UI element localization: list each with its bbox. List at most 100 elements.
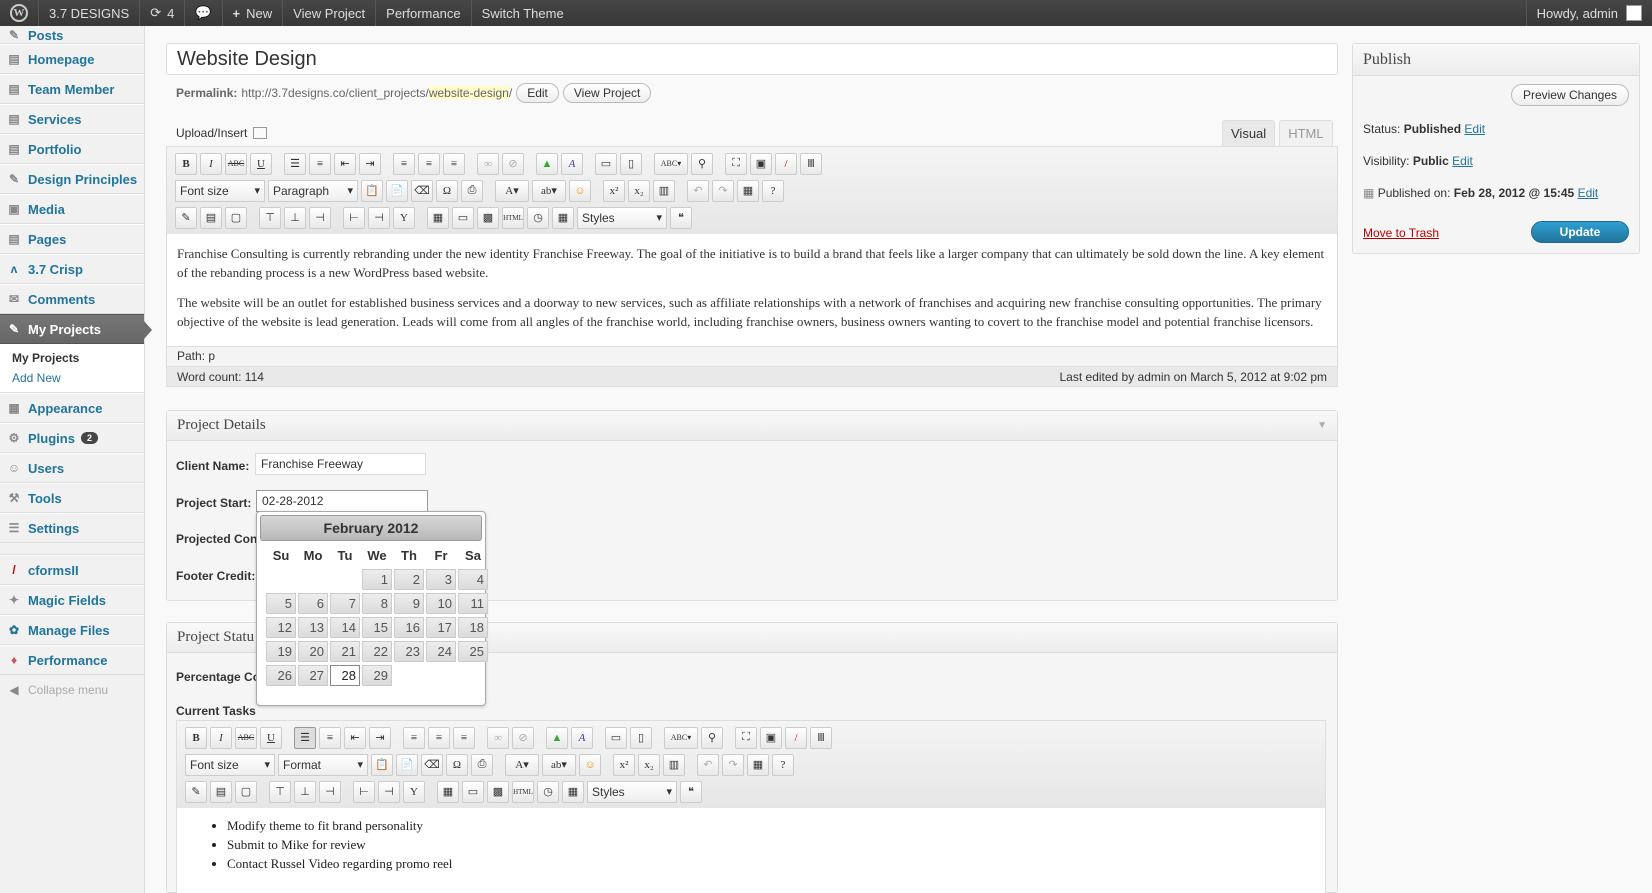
align-right-icon[interactable]: ≡ — [453, 726, 475, 749]
paste-text-icon[interactable]: 📋 — [361, 179, 383, 202]
highlight-color-icon[interactable]: ab▾ — [542, 753, 576, 776]
menu-crisp[interactable]: ʌ 3.7 Crisp — [0, 254, 144, 284]
text-color-icon[interactable]: A▾ — [505, 753, 539, 776]
insert-table-icon[interactable]: ▩ — [477, 206, 499, 229]
datepicker-day[interactable]: 8 — [362, 593, 392, 614]
tab-visual[interactable]: Visual — [1222, 120, 1276, 146]
submenu-add-new[interactable]: Add New — [0, 368, 144, 388]
menu-manage-files[interactable]: ✿ Manage Files — [0, 615, 144, 645]
updates-link[interactable]: ⟳ 4 — [140, 0, 186, 26]
bullet-list-icon[interactable]: ☰ — [284, 152, 306, 175]
datepicker-day[interactable]: 27 — [298, 665, 328, 686]
wp-logo-menu[interactable]: W — [0, 0, 39, 26]
view-project-button[interactable]: View Project — [562, 83, 652, 103]
help-icon[interactable]: ? — [772, 753, 794, 776]
undo-icon[interactable]: ↶ — [697, 753, 719, 776]
remove-format-icon[interactable]: ⌫ — [411, 179, 433, 202]
kitchen-sink-icon[interactable]: ▣ — [750, 152, 772, 175]
delete-col-icon[interactable]: Y — [393, 206, 415, 229]
toggle-arrow-icon[interactable]: ▼ — [1317, 420, 1327, 431]
submenu-my-projects[interactable]: My Projects — [0, 348, 144, 368]
datepicker-day[interactable]: 4 — [458, 569, 488, 590]
comments-link[interactable]: 💬 — [185, 0, 223, 26]
menu-services[interactable]: ▤ Services — [0, 104, 144, 134]
menu-tools[interactable]: ⚒ Tools — [0, 483, 144, 513]
permalink-slug[interactable]: website-design — [428, 86, 509, 100]
delete-col-icon[interactable]: Y — [403, 780, 425, 803]
italic-icon[interactable]: I — [200, 152, 222, 175]
site-name-link[interactable]: 3.7 DESIGNS — [39, 0, 141, 26]
insert-row-after-icon[interactable]: ⊥ — [284, 206, 306, 229]
link-icon[interactable]: ∞ — [487, 726, 509, 749]
menu-homepage[interactable]: ▤ Homepage — [0, 44, 144, 74]
move-to-trash-link[interactable]: Move to Trash — [1363, 226, 1439, 240]
underline-icon[interactable]: U — [250, 152, 272, 175]
insert-table-icon[interactable]: ▩ — [487, 780, 509, 803]
insert-row-before-icon[interactable]: ⊤ — [259, 206, 281, 229]
edit-css-icon[interactable]: ✎ — [185, 780, 207, 803]
datepicker-day[interactable]: 24 — [426, 641, 456, 662]
edit-visibility-link[interactable]: Edit — [1452, 154, 1473, 168]
redo-icon[interactable]: ↷ — [712, 179, 734, 202]
menu-magic-fields[interactable]: ✦ Magic Fields — [0, 585, 144, 615]
blockquote-icon[interactable]: ❝ — [680, 780, 702, 803]
datepicker-day[interactable]: 2 — [394, 569, 424, 590]
datepicker-day[interactable]: 14 — [330, 617, 360, 638]
datepicker-day[interactable]: 22 — [362, 641, 392, 662]
horizontal-rule-icon[interactable]: ▭ — [595, 152, 617, 175]
datepicker-day[interactable]: 16 — [394, 617, 424, 638]
insert-time-icon[interactable]: ◷ — [537, 780, 559, 803]
page-break-icon[interactable]: ▯ — [630, 726, 652, 749]
blockquote-icon[interactable]: ❝ — [670, 206, 692, 229]
bold-icon[interactable]: B — [175, 152, 197, 175]
spellcheck-icon[interactable]: ABC▾ — [664, 726, 698, 749]
help-icon[interactable]: ? — [762, 179, 784, 202]
insert-image-icon[interactable]: ▲ — [536, 152, 558, 175]
post-title-input[interactable]: Website Design — [166, 43, 1338, 75]
menu-team-member[interactable]: ▤ Team Member — [0, 74, 144, 104]
font-size-select[interactable]: Font size — [175, 179, 265, 202]
strikethrough-icon[interactable]: ABC — [235, 726, 257, 749]
datepicker-day[interactable]: 19 — [266, 641, 296, 662]
bold-icon[interactable]: B — [185, 726, 207, 749]
datepicker-day[interactable]: 25 — [458, 641, 488, 662]
edit-date-link[interactable]: Edit — [1578, 186, 1599, 200]
outdent-icon[interactable]: ⇤ — [334, 152, 356, 175]
align-center-icon[interactable]: ≡ — [428, 726, 450, 749]
project-start-input[interactable]: 02-28-2012 — [256, 490, 428, 512]
columns-icon[interactable]: Ⅲ — [800, 152, 822, 175]
bullet-list-icon[interactable]: ☰ — [294, 726, 316, 749]
delete-row-icon[interactable]: ⊣ — [319, 780, 341, 803]
font-icon[interactable]: A — [561, 152, 583, 175]
menu-media[interactable]: ▣ Media — [0, 194, 144, 224]
special-char-icon[interactable]: Ω — [446, 753, 468, 776]
delete-row-icon[interactable]: ⊣ — [309, 206, 331, 229]
template-icon[interactable]: ▦ — [737, 179, 759, 202]
datepicker-day[interactable]: 20 — [298, 641, 328, 662]
insert-col-before-icon[interactable]: ⊢ — [353, 780, 375, 803]
performance-link[interactable]: Performance — [376, 0, 472, 26]
new-content-link[interactable]: + New — [223, 0, 284, 26]
upload-insert[interactable]: Upload/Insert — [176, 126, 268, 140]
menu-design-principles[interactable]: ✎ Design Principles — [0, 164, 144, 194]
fullscreen-icon[interactable]: ⛶ — [725, 152, 747, 175]
menu-settings[interactable]: ☰ Settings — [0, 513, 144, 543]
align-left-icon[interactable]: ≡ — [403, 726, 425, 749]
datepicker-day[interactable]: 1 — [362, 569, 392, 590]
page-break-icon[interactable]: ▯ — [620, 152, 642, 175]
menu-my-projects[interactable]: ✎ My Projects — [0, 314, 152, 344]
emoticon-icon[interactable]: ☺ — [569, 179, 591, 202]
html-source-icon[interactable]: HTML — [502, 206, 524, 229]
align-left-icon[interactable]: ≡ — [393, 152, 415, 175]
datepicker-day[interactable]: 21 — [330, 641, 360, 662]
datepicker-day[interactable]: 28 — [330, 665, 360, 686]
horizontal-rule-icon[interactable]: ▭ — [605, 726, 627, 749]
edit-permalink-button[interactable]: Edit — [516, 83, 559, 103]
edit-status-link[interactable]: Edit — [1464, 122, 1485, 136]
menu-appearance[interactable]: ▦ Appearance — [0, 393, 144, 423]
menu-posts[interactable]: ✎ Posts — [0, 26, 144, 44]
kitchen-sink-icon[interactable]: ▣ — [760, 726, 782, 749]
insert-image-icon[interactable]: ▲ — [546, 726, 568, 749]
font-icon[interactable]: A — [571, 726, 593, 749]
client-name-input[interactable]: Franchise Freeway — [255, 453, 426, 475]
